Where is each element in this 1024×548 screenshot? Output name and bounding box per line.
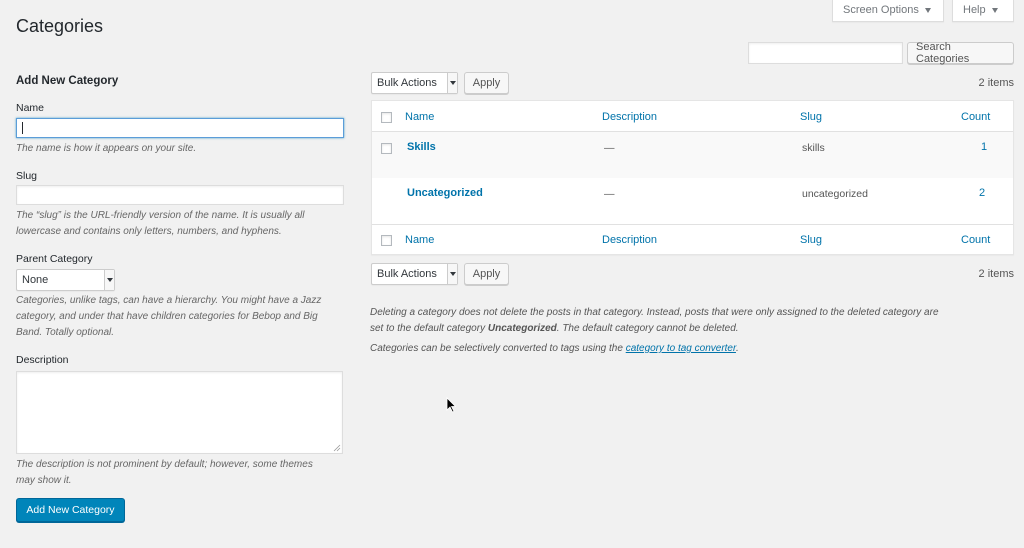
- convert-note-suffix: .: [735, 343, 739, 354]
- mouse-pointer-icon: [446, 397, 456, 413]
- parent-help-line3: Band. Totally optional.: [16, 327, 115, 338]
- slug-input[interactable]: [16, 185, 344, 205]
- category-description: —: [604, 142, 615, 154]
- bulk-actions-selected: Bulk Actions: [377, 77, 437, 89]
- select-arrow: [447, 73, 457, 93]
- column-count[interactable]: Count: [961, 111, 990, 123]
- column-slug-footer[interactable]: Slug: [800, 234, 822, 246]
- column-description[interactable]: Description: [602, 111, 657, 123]
- bulk-actions-select-top[interactable]: Bulk Actions: [371, 72, 458, 94]
- caret-down-icon: [991, 8, 998, 13]
- category-name-link[interactable]: Skills: [407, 141, 436, 153]
- items-count-top: 2 items: [978, 77, 1014, 89]
- table-row: Uncategorized — uncategorized 2: [372, 178, 1013, 224]
- description-label: Description: [16, 354, 69, 366]
- column-slug[interactable]: Slug: [800, 111, 822, 123]
- slug-help-line1: The “slug” is the URL-friendly version o…: [16, 210, 305, 221]
- row-checkbox[interactable]: [381, 143, 392, 154]
- column-name[interactable]: Name: [405, 111, 434, 123]
- parent-help-line2: category, and under that have children c…: [16, 311, 318, 322]
- column-description-footer[interactable]: Description: [602, 234, 657, 246]
- description-textarea[interactable]: [16, 371, 343, 454]
- caret-down-icon: [924, 8, 931, 13]
- column-name-footer[interactable]: Name: [405, 234, 434, 246]
- category-slug: skills: [802, 142, 825, 154]
- delete-note-suffix: . The default category cannot be deleted…: [556, 323, 739, 334]
- convert-note: Categories can be selectively converted …: [370, 341, 1010, 357]
- category-to-tag-converter-link[interactable]: category to tag converter: [626, 343, 736, 354]
- select-arrow: [104, 270, 114, 290]
- items-count-bottom: 2 items: [978, 268, 1014, 280]
- select-arrow: [447, 264, 457, 284]
- parent-category-selected: None: [22, 274, 49, 286]
- category-name-link[interactable]: Uncategorized: [407, 187, 483, 199]
- slug-label: Slug: [16, 170, 38, 182]
- table-header: Name Description Slug Count: [372, 101, 1013, 132]
- text-cursor: [22, 122, 23, 134]
- bulk-actions-selected: Bulk Actions: [377, 268, 437, 280]
- table-row: Skills — skills 1: [372, 132, 1013, 178]
- slug-help-line2: lowercase and contains only letters, num…: [16, 226, 282, 237]
- category-description: —: [604, 188, 615, 200]
- categories-table: Name Description Slug Count Skills — ski…: [371, 100, 1014, 255]
- name-label: Name: [16, 102, 45, 114]
- apply-button-top[interactable]: Apply: [464, 72, 509, 94]
- convert-note-prefix: Categories can be selectively converted …: [370, 343, 626, 354]
- parent-category-label: Parent Category: [16, 253, 93, 265]
- description-help-line2: may show it.: [16, 475, 72, 486]
- search-categories-button[interactable]: Search Categories: [907, 41, 1014, 65]
- help-button[interactable]: Help: [952, 0, 1014, 22]
- delete-note-line1: Deleting a category does not delete the …: [370, 307, 939, 318]
- resize-grip-icon[interactable]: [333, 444, 341, 452]
- add-new-category-heading: Add New Category: [16, 75, 119, 87]
- table-footer: Name Description Slug Count: [372, 224, 1013, 254]
- page-title: Categories: [16, 16, 104, 36]
- bulk-actions-select-bottom[interactable]: Bulk Actions: [371, 263, 458, 285]
- parent-category-select[interactable]: None: [16, 269, 115, 291]
- screen-options-button[interactable]: Screen Options: [832, 0, 944, 22]
- name-input[interactable]: [16, 118, 344, 138]
- column-count-footer[interactable]: Count: [961, 234, 990, 246]
- screen-options-label: Screen Options: [843, 4, 919, 16]
- parent-help-line1: Categories, unlike tags, can have a hier…: [16, 295, 322, 306]
- search-input[interactable]: [748, 42, 903, 64]
- name-help: The name is how it appears on your site.: [16, 143, 197, 154]
- default-category-name: Uncategorized: [487, 323, 557, 334]
- category-count-link[interactable]: 2: [979, 187, 985, 199]
- delete-note-prefix: set to the default category: [370, 323, 488, 334]
- category-count-link[interactable]: 1: [981, 141, 987, 153]
- description-help-line1: The description is not prominent by defa…: [16, 459, 313, 470]
- category-slug: uncategorized: [802, 188, 868, 200]
- select-all-checkbox-footer[interactable]: [381, 235, 392, 246]
- apply-button-bottom[interactable]: Apply: [464, 263, 509, 285]
- help-label: Help: [963, 4, 986, 16]
- caret-down-icon: [449, 272, 456, 276]
- caret-down-icon: [106, 278, 113, 282]
- add-new-category-button[interactable]: Add New Category: [16, 498, 125, 522]
- delete-note-line2: set to the default category Uncategorize…: [370, 321, 1010, 337]
- select-all-checkbox[interactable]: [381, 112, 392, 123]
- caret-down-icon: [449, 81, 456, 85]
